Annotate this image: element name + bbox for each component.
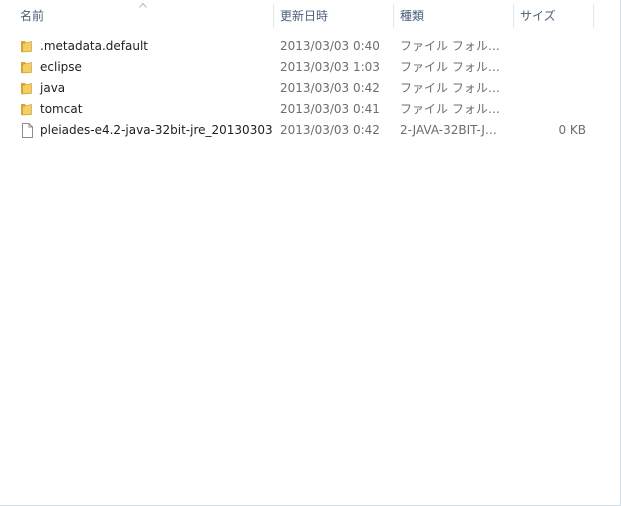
column-header-type[interactable]: 種類 [394,0,512,31]
list-item-folder[interactable]: eclipse 2013/03/03 1:03 ファイル フォル… [0,57,620,77]
file-name: pleiades-e4.2-java-32bit-jre_20130303 [40,123,273,137]
list-item-file[interactable]: pleiades-e4.2-java-32bit-jre_20130303 20… [0,120,620,140]
list-item-folder[interactable]: java 2013/03/03 0:42 ファイル フォル… [0,78,620,98]
column-header-name[interactable]: 名前 [14,0,272,31]
file-type: ファイル フォル… [400,39,500,53]
file-name: tomcat [40,102,83,116]
list-item-folder[interactable]: tomcat 2013/03/03 0:41 ファイル フォル… [0,99,620,119]
file-name: eclipse [40,60,82,74]
folder-icon [21,62,32,74]
folder-icon [21,104,32,116]
folder-icon [21,41,32,53]
column-header-size[interactable]: サイズ [514,0,592,31]
file-date: 2013/03/03 0:42 [280,123,380,137]
file-date: 2013/03/03 0:41 [280,102,380,116]
file-type: ファイル フォル… [400,60,500,74]
file-type: 2-JAVA-32BIT-J… [400,123,497,137]
file-date: 2013/03/03 0:42 [280,81,380,95]
file-type: ファイル フォル… [400,81,500,95]
list-item-folder[interactable]: .metadata.default 2013/03/03 0:40 ファイル フ… [0,36,620,56]
column-divider[interactable] [593,4,594,28]
file-list-view: 名前 更新日時 種類 サイズ .metadata.default 2013/03… [0,0,621,506]
column-header-bar: 名前 更新日時 種類 サイズ [0,0,620,31]
file-icon [22,123,33,138]
file-type: ファイル フォル… [400,102,500,116]
file-date: 2013/03/03 0:40 [280,39,380,53]
file-size: 0 KB [558,123,586,137]
file-name: java [40,81,66,95]
file-name: .metadata.default [40,39,149,53]
folder-icon [21,83,32,95]
column-header-date[interactable]: 更新日時 [274,0,392,31]
file-date: 2013/03/03 1:03 [280,60,380,74]
